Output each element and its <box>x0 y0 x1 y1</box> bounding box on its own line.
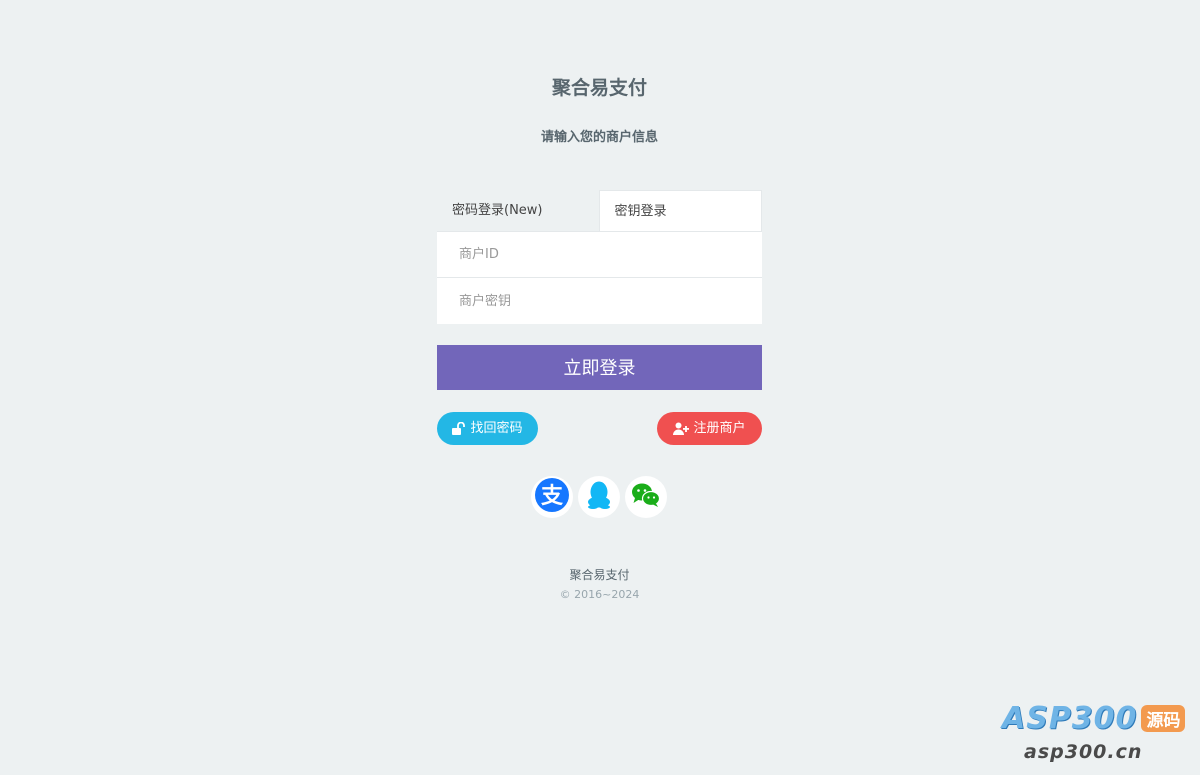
watermark-top: ASP300 源码 <box>1002 701 1186 736</box>
watermark-brand: ASP300 <box>1002 701 1138 736</box>
page-title: 聚合易支付 <box>551 77 647 99</box>
wechat-login-button[interactable] <box>625 476 667 518</box>
register-merchant-label: 注册商户 <box>693 421 746 436</box>
register-merchant-button[interactable]: 注册商户 <box>657 412 762 445</box>
social-login: 支 <box>531 476 667 518</box>
login-tabs: 密码登录(New) 密钥登录 <box>437 190 762 231</box>
qq-login-button[interactable] <box>578 476 620 518</box>
watermark-url: asp300.cn <box>1024 741 1143 763</box>
footer-brand: 聚合易支付 <box>569 568 630 582</box>
qq-icon <box>586 480 612 514</box>
add-user-icon <box>673 422 690 435</box>
tab-key-login[interactable]: 密钥登录 <box>598 190 762 231</box>
login-form <box>437 231 762 324</box>
merchant-key-input[interactable] <box>437 278 762 324</box>
find-password-label: 找回密码 <box>470 421 523 436</box>
footer-copyright: © 2016~2024 <box>559 588 640 601</box>
watermark-logo: ASP300 源码 asp300.cn <box>996 697 1196 769</box>
page-subtitle: 请输入您的商户信息 <box>540 130 658 145</box>
tab-password-login[interactable]: 密码登录(New) <box>437 190 599 231</box>
unlock-icon <box>452 422 466 435</box>
alipay-icon: 支 <box>535 478 569 516</box>
wechat-icon <box>631 482 661 512</box>
watermark-badge: 源码 <box>1141 705 1186 732</box>
merchant-id-input[interactable] <box>437 232 762 278</box>
svg-text:支: 支 <box>541 484 564 509</box>
alipay-login-button[interactable]: 支 <box>531 476 573 518</box>
login-button[interactable]: 立即登录 <box>437 345 762 390</box>
find-password-button[interactable]: 找回密码 <box>437 412 538 445</box>
